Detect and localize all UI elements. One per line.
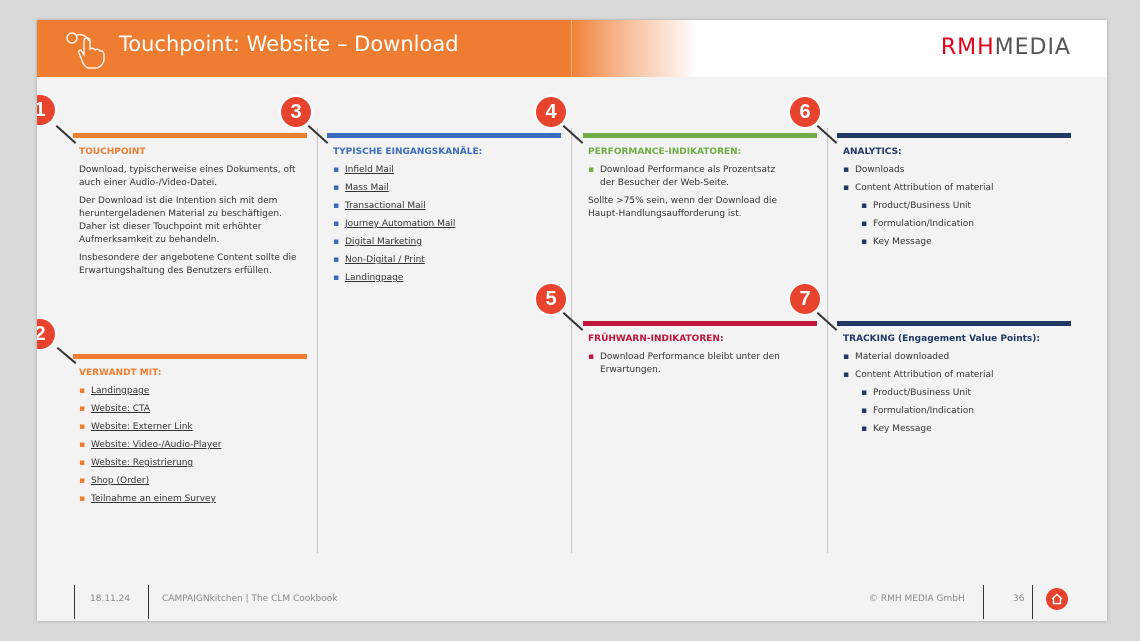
kanal-link[interactable]: Mass Mail xyxy=(333,182,558,195)
logo-part-rmh: RMH xyxy=(940,35,995,60)
performance-card: PERFORMANCE-INDIKATOREN: Download Perfor… xyxy=(588,146,793,226)
tracking-list: Material downloaded Content Attribution … xyxy=(843,351,1068,436)
badge-7: 7 xyxy=(790,284,820,314)
tracking-item: Material downloaded xyxy=(843,351,1068,364)
performance-bar xyxy=(583,133,817,138)
badge-2: 2 xyxy=(37,319,55,349)
column-separator-1 xyxy=(317,128,318,553)
verwandt-bar xyxy=(73,354,307,359)
home-button[interactable] xyxy=(1046,588,1068,610)
kanal-link[interactable]: Transactional Mail xyxy=(333,200,558,213)
touchpoint-paragraph: Insbesondere der angebotene Content soll… xyxy=(79,253,297,276)
column-separator-2 xyxy=(571,128,572,553)
verwandt-list: Landingpage Website: CTA Website: Extern… xyxy=(79,385,299,506)
kanaele-card: TYPISCHE EINGANGSKANÄLE: Infield Mail Ma… xyxy=(333,146,558,290)
badge-3: 3 xyxy=(281,97,311,127)
touchpoint-card: TOUCHPOINT Download, typischerweise eine… xyxy=(79,146,299,283)
kanal-link[interactable]: Landingpage xyxy=(333,272,558,285)
badge-4-connector xyxy=(562,125,584,144)
slide: Touchpoint: Website – Download RMHMEDIA … xyxy=(37,20,1107,621)
verwandt-heading: VERWANDT MIT: xyxy=(79,368,162,378)
footer-divider xyxy=(983,585,984,619)
kanal-link[interactable]: Non-Digital / Print xyxy=(333,254,558,267)
fruehwarn-card: FRÜHWARN-INDIKATOREN: Download Performan… xyxy=(588,333,793,382)
verwandt-link[interactable]: Website: CTA xyxy=(79,403,299,416)
touchpoint-bar xyxy=(73,133,307,138)
footer-divider xyxy=(74,585,75,619)
tracking-card: TRACKING (Engagement Value Points): Mate… xyxy=(843,333,1068,441)
hand-tap-icon xyxy=(66,32,105,69)
badge-5-connector xyxy=(562,312,584,331)
analytics-item: Content Attribution of material xyxy=(843,182,1068,195)
footer-date: 18.11.24 xyxy=(90,594,131,604)
analytics-heading: ANALYTICS: xyxy=(843,147,902,157)
analytics-bar xyxy=(837,133,1071,138)
tracking-heading: TRACKING (Engagement Value Points): xyxy=(843,334,1040,344)
footer-title: CAMPAIGNkitchen | The CLM Cookbook xyxy=(162,594,338,604)
touchpoint-heading: TOUCHPOINT xyxy=(79,147,146,157)
footer-copyright: © RMH MEDIA GmbH xyxy=(869,594,965,604)
home-icon xyxy=(1051,593,1063,605)
header-bar: Touchpoint: Website – Download RMHMEDIA xyxy=(37,20,1107,77)
fruehwarn-heading: FRÜHWARN-INDIKATOREN: xyxy=(588,334,724,344)
verwandt-link[interactable]: Website: Externer Link xyxy=(79,421,299,434)
tracking-item: Content Attribution of material xyxy=(843,369,1068,382)
performance-paragraph: Sollte >75% sein, wenn der Download die … xyxy=(588,196,778,219)
rmh-media-logo[interactable]: RMHMEDIA xyxy=(941,35,1071,60)
kanaele-list: Infield Mail Mass Mail Transactional Mai… xyxy=(333,164,558,285)
analytics-card: ANALYTICS: Downloads Content Attribution… xyxy=(843,146,1068,254)
analytics-subitem: Formulation/Indication xyxy=(843,218,1068,231)
kanaele-heading: TYPISCHE EINGANGSKANÄLE: xyxy=(333,147,483,157)
kanal-link[interactable]: Journey Automation Mail xyxy=(333,218,558,231)
badge-1: 1 xyxy=(37,95,55,125)
analytics-subitem: Product/Business Unit xyxy=(843,200,1068,213)
performance-heading: PERFORMANCE-INDIKATOREN: xyxy=(588,147,742,157)
badge-6: 6 xyxy=(790,97,820,127)
page-title: Touchpoint: Website – Download xyxy=(119,32,459,56)
fruehwarn-bar xyxy=(583,321,817,326)
page-number: 36 xyxy=(1013,594,1025,604)
touchpoint-paragraph: Der Download ist die Intention sich mit … xyxy=(79,196,282,245)
performance-item: Download Performance als Prozentsatz der… xyxy=(588,164,793,190)
verwandt-link[interactable]: Teilnahme an einem Survey xyxy=(79,493,299,506)
tracking-subitem: Product/Business Unit xyxy=(843,387,1068,400)
performance-list: Download Performance als Prozentsatz der… xyxy=(588,164,793,190)
column-separator-3 xyxy=(827,128,828,553)
kanaele-bar xyxy=(327,133,561,138)
analytics-list: Downloads Content Attribution of materia… xyxy=(843,164,1068,249)
verwandt-link[interactable]: Landingpage xyxy=(79,385,299,398)
footer-divider xyxy=(1032,585,1033,619)
fruehwarn-list: Download Performance bleibt unter den Er… xyxy=(588,351,793,377)
kanal-link[interactable]: Digital Marketing xyxy=(333,236,558,249)
analytics-subitem: Key Message xyxy=(843,236,1068,249)
tracking-subitem: Key Message xyxy=(843,423,1068,436)
verwandt-card: VERWANDT MIT: Landingpage Website: CTA W… xyxy=(79,367,299,511)
fruehwarn-item: Download Performance bleibt unter den Er… xyxy=(588,351,793,377)
header-divider xyxy=(571,20,572,77)
tracking-bar xyxy=(837,321,1071,326)
verwandt-link[interactable]: Shop (Order) xyxy=(79,475,299,488)
badge-4: 4 xyxy=(536,97,566,127)
tracking-subitem: Formulation/Indication xyxy=(843,405,1068,418)
verwandt-link[interactable]: Website: Video-/Audio-Player xyxy=(79,439,299,452)
verwandt-link[interactable]: Website: Registrierung xyxy=(79,457,299,470)
logo-part-media: MEDIA xyxy=(994,35,1071,60)
touchpoint-paragraph: Download, typischerweise eines Dokuments… xyxy=(79,165,296,188)
footer-divider xyxy=(148,585,149,619)
kanal-link[interactable]: Infield Mail xyxy=(333,164,558,177)
analytics-item: Downloads xyxy=(843,164,1068,177)
